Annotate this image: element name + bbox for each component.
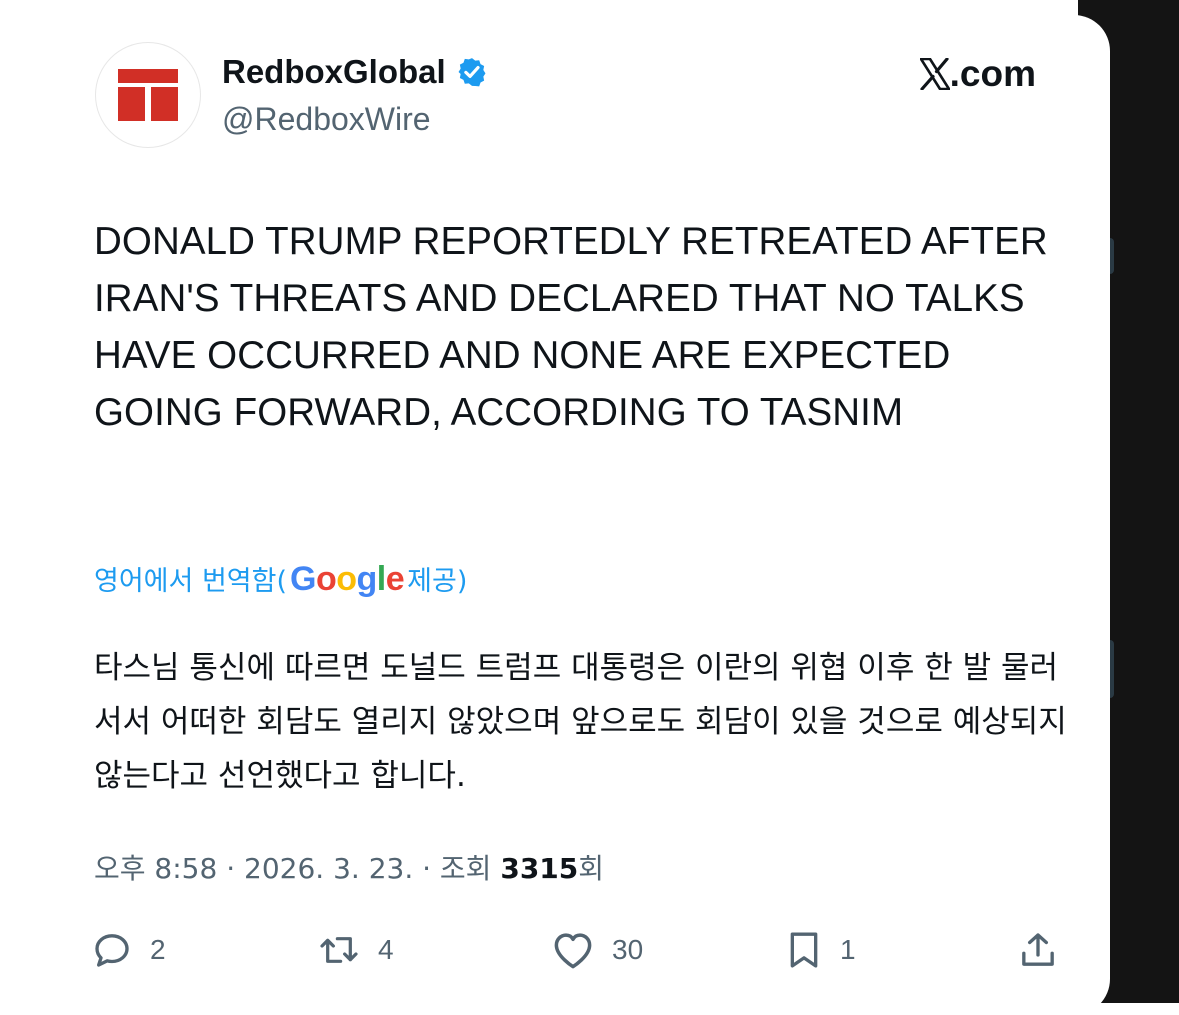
verified-badge-icon <box>458 58 486 87</box>
meta-separator: · <box>413 852 440 885</box>
post-card: RedboxGlobal @RedboxWire .com DONALD TRU… <box>70 15 1110 1015</box>
author-name-row[interactable]: RedboxGlobal <box>222 53 488 91</box>
share-icon <box>1022 933 1054 966</box>
translated-text: 타스님 통신에 따르면 도널드 트럼프 대통령은 이란의 위협 이후 한 발 물… <box>94 650 1067 794</box>
x-brand[interactable]: .com <box>919 53 1036 95</box>
translation-attribution[interactable]: 영어에서 번역함( Google 제공) <box>94 559 467 599</box>
bookmark-icon <box>790 932 818 968</box>
reply-button[interactable]: 2 <box>92 925 166 975</box>
meta-separator: · <box>217 852 245 885</box>
like-button[interactable]: 30 <box>552 925 643 975</box>
views-prefix: 조회 <box>439 852 501 885</box>
x-logo-icon <box>919 58 950 90</box>
avatar[interactable] <box>96 43 200 147</box>
post-date[interactable]: 2026. 3. 23. <box>244 852 413 885</box>
translation-suffix: 제공) <box>407 566 468 597</box>
post-meta: 오후 8:58 · 2026. 3. 23. · 조회 3315회 <box>94 847 604 887</box>
post-text: DONALD TRUMP REPORTEDLY RETREATED AFTER … <box>94 220 1048 434</box>
views-suffix: 회 <box>578 852 605 885</box>
reply-count: 2 <box>150 934 166 965</box>
bookmark-button[interactable]: 1 <box>786 925 856 975</box>
post-time[interactable]: 오후 8:58 <box>94 852 217 885</box>
reply-icon <box>95 934 129 967</box>
views-count: 3315 <box>500 852 579 885</box>
repost-count: 4 <box>378 934 394 965</box>
like-count: 30 <box>612 934 644 965</box>
brand-label: .com <box>949 53 1036 94</box>
repost-button[interactable]: 4 <box>318 925 394 975</box>
google-wordmark: Google <box>290 560 405 598</box>
repost-icon <box>320 937 358 963</box>
heart-icon <box>554 933 592 969</box>
action-bar: 2 4 30 1 <box>92 925 1062 975</box>
bookmark-count: 1 <box>840 934 856 965</box>
author-handle[interactable]: @RedboxWire <box>222 101 431 138</box>
translation-prefix: 영어에서 번역함( <box>94 566 287 597</box>
author-display-name[interactable]: RedboxGlobal <box>222 53 446 91</box>
share-button[interactable] <box>1018 925 1058 975</box>
redbox-logo-icon <box>118 69 178 121</box>
